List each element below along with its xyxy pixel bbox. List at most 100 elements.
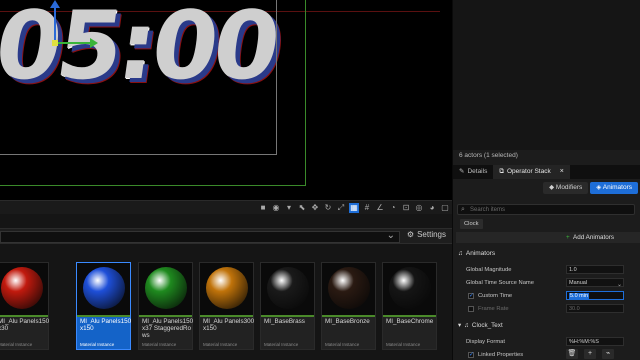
frame-rate-field[interactable]: 30.0 bbox=[566, 304, 624, 313]
asset-name: MI_BaseBrass bbox=[264, 318, 305, 325]
animators-tab[interactable]: ◈ Animators bbox=[590, 182, 638, 194]
search-input[interactable]: ⌕ Search items bbox=[457, 204, 635, 215]
settings-label: Settings bbox=[417, 230, 446, 239]
plus-icon: + bbox=[565, 234, 570, 241]
gizmo-z-axis-handle[interactable] bbox=[50, 0, 60, 42]
material-sphere bbox=[267, 267, 309, 309]
rotate-tool-icon[interactable]: ↻ bbox=[323, 203, 333, 213]
scale-tool-icon[interactable]: ⤢ bbox=[336, 203, 346, 213]
scale-snap-icon[interactable]: ⊡ bbox=[401, 203, 411, 213]
asset-name: MI_Alu Panels150x37 StaggeredRows bbox=[142, 318, 194, 339]
linked-properties-tools: 🗑 + ⌁ bbox=[566, 349, 614, 359]
panel-tab-strip: ✎ Details ⧉ Operator Stack × bbox=[453, 165, 640, 179]
camera-frame-vertical bbox=[305, 0, 306, 186]
animators-section-label: Animators bbox=[465, 250, 496, 257]
search-icon: ⌕ bbox=[461, 206, 465, 213]
asset-tile[interactable]: MI_BaseBronze Material Instance bbox=[321, 262, 376, 350]
gizmo-center-handle[interactable] bbox=[52, 40, 58, 46]
gizmo-y-axis-handle[interactable] bbox=[56, 38, 98, 48]
translate-tool-icon[interactable]: ✥ bbox=[310, 203, 320, 213]
asset-tile[interactable]: MI_BaseChrome Material Instance bbox=[382, 262, 437, 350]
property-display-format: Display Format %H:%M:%S bbox=[456, 336, 640, 348]
animator-icon: ♫ bbox=[458, 250, 463, 257]
animators-section-header[interactable]: ♫ Animators bbox=[458, 250, 495, 257]
asset-name: MI_BaseBronze bbox=[325, 318, 370, 325]
asset-tile[interactable]: MI_Alu Panels150x37 StaggeredRows Materia… bbox=[138, 262, 193, 350]
unlink-icon[interactable]: ⌁ bbox=[602, 349, 614, 359]
plus-icon[interactable]: + bbox=[584, 349, 596, 359]
outliner-area[interactable] bbox=[453, 0, 640, 150]
material-sphere bbox=[389, 267, 431, 309]
frame-rate-checkbox[interactable]: ✓ bbox=[468, 306, 474, 312]
stack-icon: ⧉ bbox=[499, 168, 504, 175]
global-magnitude-label: Global Magnitude bbox=[466, 267, 512, 273]
color-wheel-icon[interactable]: ◉ bbox=[271, 203, 281, 213]
material-sphere bbox=[83, 267, 125, 309]
gear-icon: ⚙ bbox=[406, 230, 415, 239]
animators-icon: ◈ bbox=[596, 184, 602, 191]
global-magnitude-field[interactable]: 1.0 bbox=[566, 265, 624, 274]
modifiers-tab[interactable]: ◆ Modifiers bbox=[543, 182, 589, 194]
level-viewport[interactable]: 05:00 bbox=[0, 0, 452, 200]
material-sphere bbox=[206, 267, 248, 309]
render-mode-icon[interactable]: ■ bbox=[258, 203, 268, 213]
tab-details[interactable]: ✎ Details bbox=[453, 165, 493, 179]
linked-properties-checkbox[interactable]: ✓ bbox=[468, 352, 474, 358]
chevron-down-icon[interactable]: ⌄ bbox=[387, 230, 395, 241]
clock-text-actor[interactable]: 05:00 bbox=[0, 0, 283, 101]
add-animators-button[interactable]: + Add Animators bbox=[456, 232, 640, 243]
visibility-icon[interactable]: ◕ bbox=[427, 203, 437, 213]
rotation-snap-icon[interactable]: ∠ bbox=[375, 203, 385, 213]
custom-time-label: Custom Time bbox=[478, 293, 513, 299]
tab-details-label: Details bbox=[467, 168, 488, 175]
asset-kind: Material Instance bbox=[142, 342, 177, 347]
asset-thumbnail bbox=[0, 263, 48, 315]
asset-thumbnail bbox=[261, 263, 314, 315]
asset-thumbnail bbox=[200, 263, 253, 315]
asset-thumbnail bbox=[77, 263, 130, 315]
select-tool-icon[interactable]: ⬉ bbox=[297, 203, 307, 213]
asset-tile[interactable]: MI_Alu Panels150x30 Material Instance bbox=[0, 262, 49, 350]
asset-type-bar bbox=[139, 315, 192, 317]
asset-tile[interactable]: MI_Alu Panels300x150 Material Instance bbox=[199, 262, 254, 350]
asset-kind: Material Instance bbox=[0, 342, 33, 347]
asset-type-bar bbox=[77, 315, 130, 317]
asset-tile[interactable]: MI_Alu Panels150x150 Material Instance bbox=[76, 262, 131, 350]
grid-size-icon[interactable]: # bbox=[362, 203, 372, 213]
custom-time-checkbox[interactable]: ✓ bbox=[468, 293, 474, 299]
search-placeholder: Search items bbox=[470, 207, 506, 213]
asset-name: MI_Alu Panels150x150 bbox=[80, 318, 132, 332]
asset-thumbnail bbox=[139, 263, 192, 315]
trash-icon[interactable]: 🗑 bbox=[566, 349, 578, 359]
clock-text-section-header[interactable]: ▾ ♫ Clock_Text bbox=[458, 322, 503, 329]
content-settings-button[interactable]: ⚙ Settings bbox=[407, 230, 446, 239]
editor-window: 05:00 ■ ◉ ▾ ⬉ ✥ ↻ ⤢ ▦ # ∠ ◔ ⊡ ◎ ◕ ▢ ⌄ ⚙ … bbox=[0, 0, 640, 360]
rotation-size-icon[interactable]: ◔ bbox=[388, 203, 398, 213]
display-format-field[interactable]: %H:%M:%S bbox=[566, 337, 624, 346]
tab-operator-stack[interactable]: ⧉ Operator Stack × bbox=[493, 165, 570, 179]
linked-properties-label: Linked Properties bbox=[478, 352, 524, 358]
frame-rate-label: Frame Rate bbox=[478, 306, 509, 312]
tab-operator-stack-label: Operator Stack bbox=[506, 168, 551, 175]
show-flags-icon[interactable]: ▾ bbox=[284, 203, 294, 213]
maximize-icon[interactable]: ▢ bbox=[440, 203, 450, 213]
asset-kind: Material Instance bbox=[386, 342, 421, 347]
asset-type-bar bbox=[322, 315, 375, 317]
content-browser-toolbar: ⌄ ⚙ Settings bbox=[0, 228, 452, 244]
camera-frame-horizontal bbox=[0, 185, 306, 186]
asset-kind: Material Instance bbox=[325, 342, 360, 347]
custom-time-field[interactable]: 5.0 min bbox=[566, 291, 624, 300]
pencil-icon: ✎ bbox=[459, 168, 465, 175]
global-time-source-label: Global Time Source Name bbox=[466, 280, 534, 286]
content-asset-grid: MI_Alu Panels150x30Material InstanceMI_A… bbox=[0, 246, 452, 360]
camera-speed-icon[interactable]: ◎ bbox=[414, 203, 424, 213]
asset-name: MI_Alu Panels150x30 bbox=[0, 318, 50, 332]
clock-actor-chip[interactable]: Clock bbox=[460, 219, 483, 229]
asset-type-bar bbox=[261, 315, 314, 317]
content-path-bar[interactable]: ⌄ bbox=[0, 230, 400, 243]
grid-snap-icon[interactable]: ▦ bbox=[349, 203, 359, 213]
global-time-source-select[interactable]: Manual bbox=[566, 278, 624, 287]
clock-text-section-label: Clock_Text bbox=[471, 322, 503, 329]
close-icon[interactable]: × bbox=[560, 165, 564, 179]
asset-tile[interactable]: MI_BaseBrass Material Instance bbox=[260, 262, 315, 350]
